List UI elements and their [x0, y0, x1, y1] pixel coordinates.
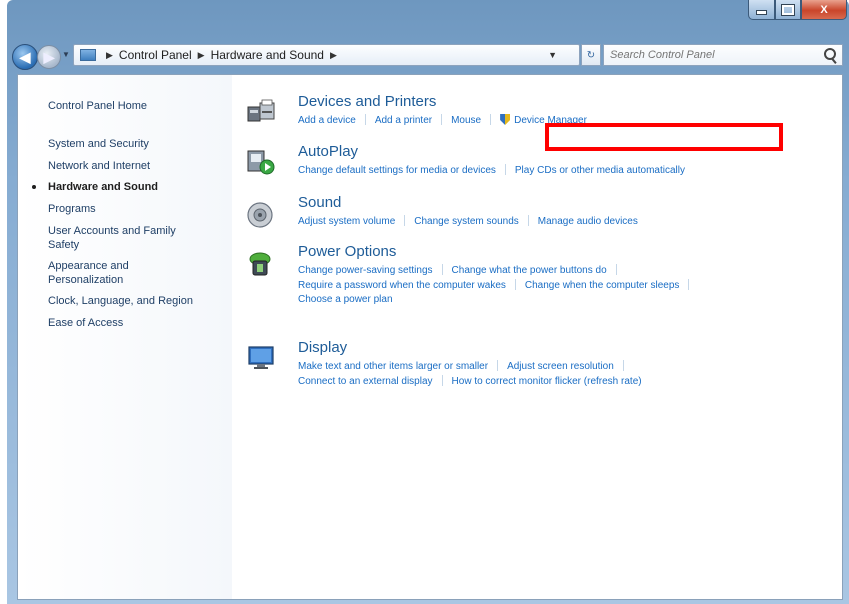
minimize-button[interactable]: [748, 0, 775, 20]
back-arrow-icon: ◀: [19, 48, 31, 65]
forward-arrow-icon: ▶: [43, 48, 55, 65]
add-a-device-link[interactable]: Add a device: [298, 115, 356, 126]
autoplay-icon: [247, 150, 275, 175]
autoplay-links: Change default settings for media or dev…: [298, 164, 685, 176]
close-icon: X: [820, 3, 828, 16]
title-bar: X: [7, 0, 849, 38]
display-links-row1: Make text and other items larger or smal…: [298, 360, 633, 372]
adjust-screen-resolution-link[interactable]: Adjust screen resolution: [507, 361, 614, 372]
control-panel-icon: [80, 49, 96, 61]
back-button[interactable]: ◀: [12, 44, 38, 70]
choose-power-plan-link[interactable]: Choose a power plan: [298, 294, 393, 305]
display-icon: [248, 346, 274, 369]
speaker-icon: [247, 202, 273, 228]
connect-external-display-link[interactable]: Connect to an external display: [298, 376, 433, 387]
add-a-printer-link[interactable]: Add a printer: [375, 115, 432, 126]
address-dropdown-icon[interactable]: ▼: [548, 50, 557, 60]
devices-and-printers-links: Add a device Add a printer Mouse Device Man…: [298, 114, 587, 126]
power-options-links-row2: Require a password when the computer wak…: [298, 279, 698, 291]
recent-pages-dropdown[interactable]: ▼: [62, 50, 70, 59]
breadcrumb-control-panel[interactable]: Control Panel: [119, 48, 192, 62]
sound-link[interactable]: Sound: [298, 194, 341, 211]
breadcrumb-separator-icon[interactable]: ▶: [198, 50, 205, 61]
change-sleep-link[interactable]: Change when the computer sleeps: [525, 280, 680, 291]
change-power-buttons-link[interactable]: Change what the power buttons do: [452, 265, 607, 276]
breadcrumb-hardware-and-sound[interactable]: Hardware and Sound: [211, 48, 324, 62]
minimize-icon: [756, 10, 767, 15]
devices-and-printers-link[interactable]: Devices and Printers: [298, 93, 436, 110]
navigation-bar: ◀ ▶ ▼ ▶ Control Panel ▶ Hardware and Sou…: [7, 41, 849, 71]
monitor-flicker-link[interactable]: How to correct monitor flicker (refresh …: [452, 376, 642, 387]
display-link[interactable]: Display: [298, 339, 347, 356]
current-item-bullet: [32, 185, 36, 189]
caption-buttons: X: [748, 0, 847, 22]
adjust-system-volume-link[interactable]: Adjust system volume: [298, 216, 395, 227]
search-icon[interactable]: [824, 48, 836, 60]
sidebar: Control Panel Home System and Security N…: [18, 75, 232, 599]
sound-links: Adjust system volume Change system sounds…: [298, 215, 638, 227]
close-button[interactable]: X: [801, 0, 847, 20]
refresh-icon: ↻: [586, 49, 596, 61]
content-pane: Control Panel Home System and Security N…: [17, 74, 843, 600]
sidebar-item-appearance[interactable]: Appearance and Personalization: [48, 259, 158, 287]
sidebar-item-clock-language-region[interactable]: Clock, Language, and Region: [48, 294, 218, 308]
require-password-link[interactable]: Require a password when the computer wak…: [298, 280, 506, 291]
sidebar-item-user-accounts[interactable]: User Accounts and Family Safety: [48, 224, 208, 252]
refresh-button[interactable]: ↻: [581, 44, 601, 66]
uac-shield-icon: [500, 114, 511, 125]
power-options-links-row1: Change power-saving settings Change what …: [298, 264, 626, 276]
make-text-larger-link[interactable]: Make text and other items larger or smal…: [298, 361, 488, 372]
breadcrumb-separator-icon[interactable]: ▶: [106, 50, 113, 61]
device-manager-highlight-box: [545, 123, 783, 151]
forward-button[interactable]: ▶: [37, 45, 61, 69]
sidebar-item-hardware-and-sound: Hardware and Sound: [48, 181, 159, 193]
breadcrumb-separator-icon[interactable]: ▶: [330, 50, 337, 61]
power-options-link[interactable]: Power Options: [298, 243, 396, 260]
sidebar-item-network-and-internet[interactable]: Network and Internet: [48, 159, 218, 173]
change-system-sounds-link[interactable]: Change system sounds: [414, 216, 519, 227]
change-power-saving-link[interactable]: Change power-saving settings: [298, 265, 433, 276]
search-box[interactable]: [603, 44, 843, 66]
printer-icon: [247, 99, 275, 122]
sidebar-item-ease-of-access[interactable]: Ease of Access: [48, 316, 218, 330]
change-default-settings-link[interactable]: Change default settings for media or dev…: [298, 165, 496, 176]
sidebar-item-system-and-security[interactable]: System and Security: [48, 137, 218, 151]
mouse-link[interactable]: Mouse: [451, 115, 481, 126]
address-bar[interactable]: ▶ Control Panel ▶ Hardware and Sound ▶ ▼: [73, 44, 580, 66]
sidebar-item-programs[interactable]: Programs: [48, 202, 218, 216]
sidebar-item-control-panel-home[interactable]: Control Panel Home: [48, 99, 218, 113]
explorer-window: X ◀ ▶ ▼ ▶ Control Panel ▶ Hardware and S…: [7, 0, 849, 604]
maximize-button[interactable]: [775, 0, 801, 20]
search-input[interactable]: [608, 48, 817, 62]
maximize-icon: [781, 3, 795, 16]
autoplay-link[interactable]: AutoPlay: [298, 143, 358, 160]
power-options-icon: [249, 252, 271, 276]
play-cds-link[interactable]: Play CDs or other media automatically: [515, 165, 685, 176]
manage-audio-devices-link[interactable]: Manage audio devices: [538, 216, 638, 227]
display-links-row2: Connect to an external display How to cor…: [298, 375, 642, 387]
power-options-links-row3: Choose a power plan: [298, 294, 393, 305]
